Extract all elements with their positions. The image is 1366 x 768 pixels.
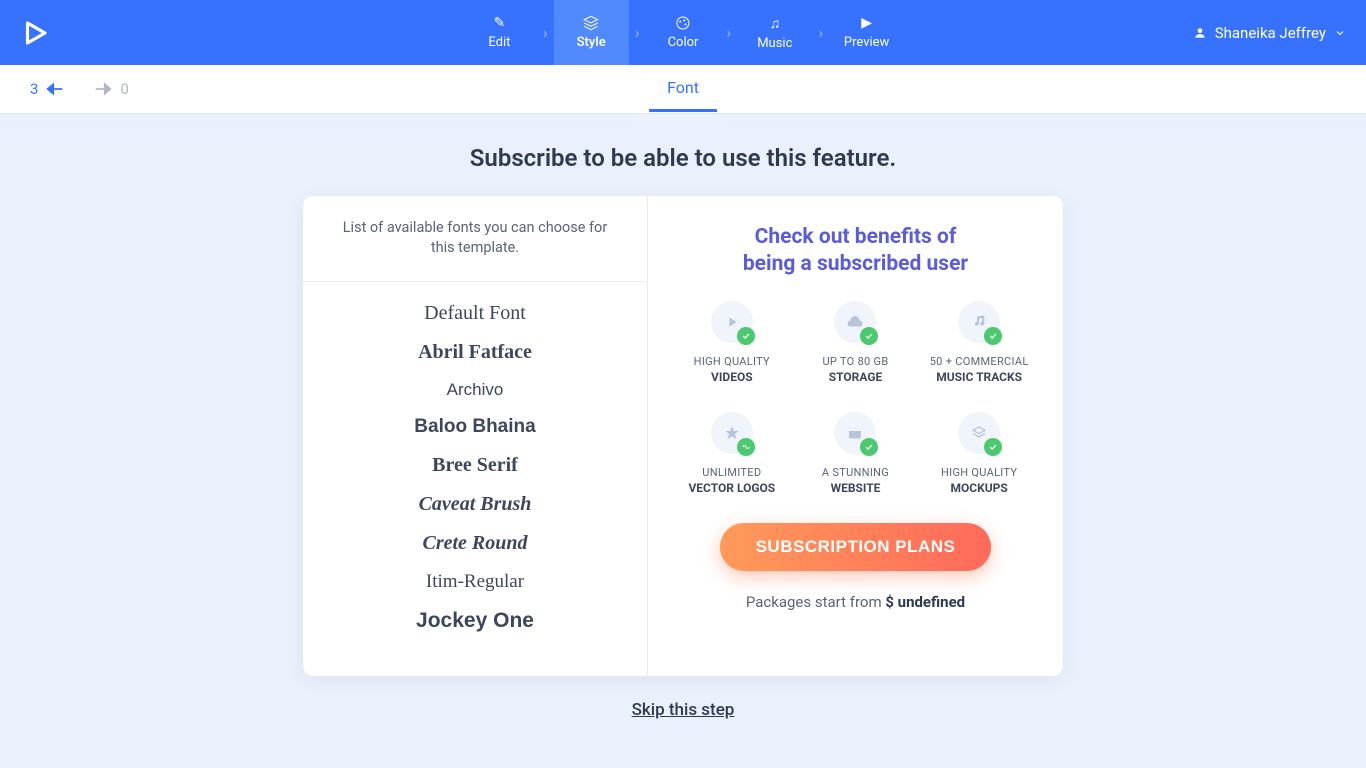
user-name: Shaneika Jeffrey xyxy=(1215,24,1326,42)
layers-icon xyxy=(958,412,1000,454)
benefit-item: HIGH QUALITY MOCKUPS xyxy=(921,412,1037,495)
font-item[interactable]: Crete Round xyxy=(303,524,647,563)
undo-button[interactable]: 3 xyxy=(30,78,66,100)
step-color[interactable]: Color xyxy=(646,0,721,65)
font-item[interactable]: Bree Serif xyxy=(303,446,647,485)
palette-icon xyxy=(675,15,691,31)
benefit-item: HIGH QUALITY VIDEOS xyxy=(674,301,790,384)
step-style[interactable]: Style xyxy=(554,0,629,65)
check-badge-icon xyxy=(737,327,755,345)
music-icon xyxy=(958,301,1000,343)
benefit-line2: WEBSITE xyxy=(831,481,881,495)
step-label: Color xyxy=(668,35,699,50)
pencil-icon: ✎ xyxy=(494,15,506,31)
benefit-item: A STUNNING WEBSITE xyxy=(798,412,914,495)
subscription-panel: List of available fonts you can choose f… xyxy=(303,196,1063,676)
benefit-item: UP TO 80 GB STORAGE xyxy=(798,301,914,384)
step-label: Preview xyxy=(844,35,889,50)
toolbar: 3 0 Font xyxy=(0,65,1366,114)
browser-icon xyxy=(834,412,876,454)
subscription-plans-button[interactable]: SUBSCRIPTION PLANS xyxy=(720,523,992,571)
benefit-line2: VIDEOS xyxy=(711,370,753,384)
check-badge-icon xyxy=(737,438,755,456)
font-item[interactable]: Itim-Regular xyxy=(303,563,647,601)
cloud-icon xyxy=(834,301,876,343)
benefit-line2: MOCKUPS xyxy=(951,481,1008,495)
step-preview[interactable]: ▶ Preview xyxy=(829,0,904,65)
font-item[interactable]: Jockey One xyxy=(303,601,647,641)
font-list-heading: List of available fonts you can choose f… xyxy=(303,196,647,282)
font-item[interactable]: Default Font xyxy=(303,294,647,333)
skip-link[interactable]: Skip this step xyxy=(632,700,735,720)
wizard-steps: ✎ Edit › Style › Color › ♫ Music › ▶ Pre… xyxy=(462,0,904,65)
chevron-down-icon xyxy=(1334,27,1346,39)
check-badge-icon xyxy=(860,327,878,345)
benefit-line2: MUSIC TRACKS xyxy=(936,370,1022,384)
packages-price-line: Packages start from $ undefined xyxy=(746,593,965,611)
step-label: Edit xyxy=(488,35,510,50)
benefits-grid: HIGH QUALITY VIDEOS UP TO 80 GB STORAGE 50 +… xyxy=(674,301,1037,495)
undo-count: 3 xyxy=(30,80,38,98)
chevron-right-icon: › xyxy=(537,23,554,42)
top-nav: ✎ Edit › Style › Color › ♫ Music › ▶ Pre… xyxy=(0,0,1366,65)
step-label: Style xyxy=(577,35,606,50)
star-icon xyxy=(711,412,753,454)
font-item[interactable]: Baloo Bhaina xyxy=(303,408,647,446)
subscription-title: Check out benefits ofbeing a subscribed … xyxy=(743,224,968,279)
benefit-line1: A STUNNING xyxy=(822,466,889,479)
layers-icon xyxy=(583,15,599,31)
benefit-item: 50 + COMMERCIAL MUSIC TRACKS xyxy=(921,301,1037,384)
font-column: List of available fonts you can choose f… xyxy=(303,196,648,676)
check-badge-icon xyxy=(984,438,1002,456)
benefit-line2: STORAGE xyxy=(829,370,883,384)
user-menu[interactable]: Shaneika Jeffrey xyxy=(1193,24,1346,42)
play-icon: ▶ xyxy=(861,15,872,31)
font-item[interactable]: Abril Fatface xyxy=(303,333,647,372)
benefit-line2: VECTOR LOGOS xyxy=(688,481,775,495)
font-item[interactable]: Caveat Brush xyxy=(303,485,647,524)
chevron-right-icon: › xyxy=(629,23,646,42)
logo[interactable] xyxy=(20,18,50,48)
tab-font[interactable]: Font xyxy=(649,66,717,112)
benefit-line1: UP TO 80 GB xyxy=(822,355,888,368)
page-headline: Subscribe to be able to use this feature… xyxy=(470,144,896,172)
redo-count: 0 xyxy=(120,80,128,98)
benefit-line1: 50 + COMMERCIAL xyxy=(930,355,1029,368)
step-music[interactable]: ♫ Music xyxy=(737,0,812,65)
main-content: Subscribe to be able to use this feature… xyxy=(0,114,1366,720)
benefit-line1: HIGH QUALITY xyxy=(941,466,1017,479)
benefit-line1: UNLIMITED xyxy=(702,466,761,479)
chevron-right-icon: › xyxy=(721,23,738,42)
check-badge-icon xyxy=(984,327,1002,345)
step-label: Music xyxy=(757,36,792,51)
step-edit[interactable]: ✎ Edit xyxy=(462,0,537,65)
check-badge-icon xyxy=(860,438,878,456)
chevron-right-icon: › xyxy=(812,23,829,42)
play-icon xyxy=(711,301,753,343)
music-icon: ♫ xyxy=(770,15,781,32)
font-list[interactable]: Default Font Abril Fatface Archivo Baloo… xyxy=(303,282,647,676)
font-item[interactable]: Archivo xyxy=(303,372,647,408)
user-icon xyxy=(1193,26,1207,40)
benefit-item: UNLIMITED VECTOR LOGOS xyxy=(674,412,790,495)
subscription-column: Check out benefits ofbeing a subscribed … xyxy=(648,196,1063,676)
benefit-line1: HIGH QUALITY xyxy=(694,355,770,368)
redo-button[interactable]: 0 xyxy=(92,78,128,100)
